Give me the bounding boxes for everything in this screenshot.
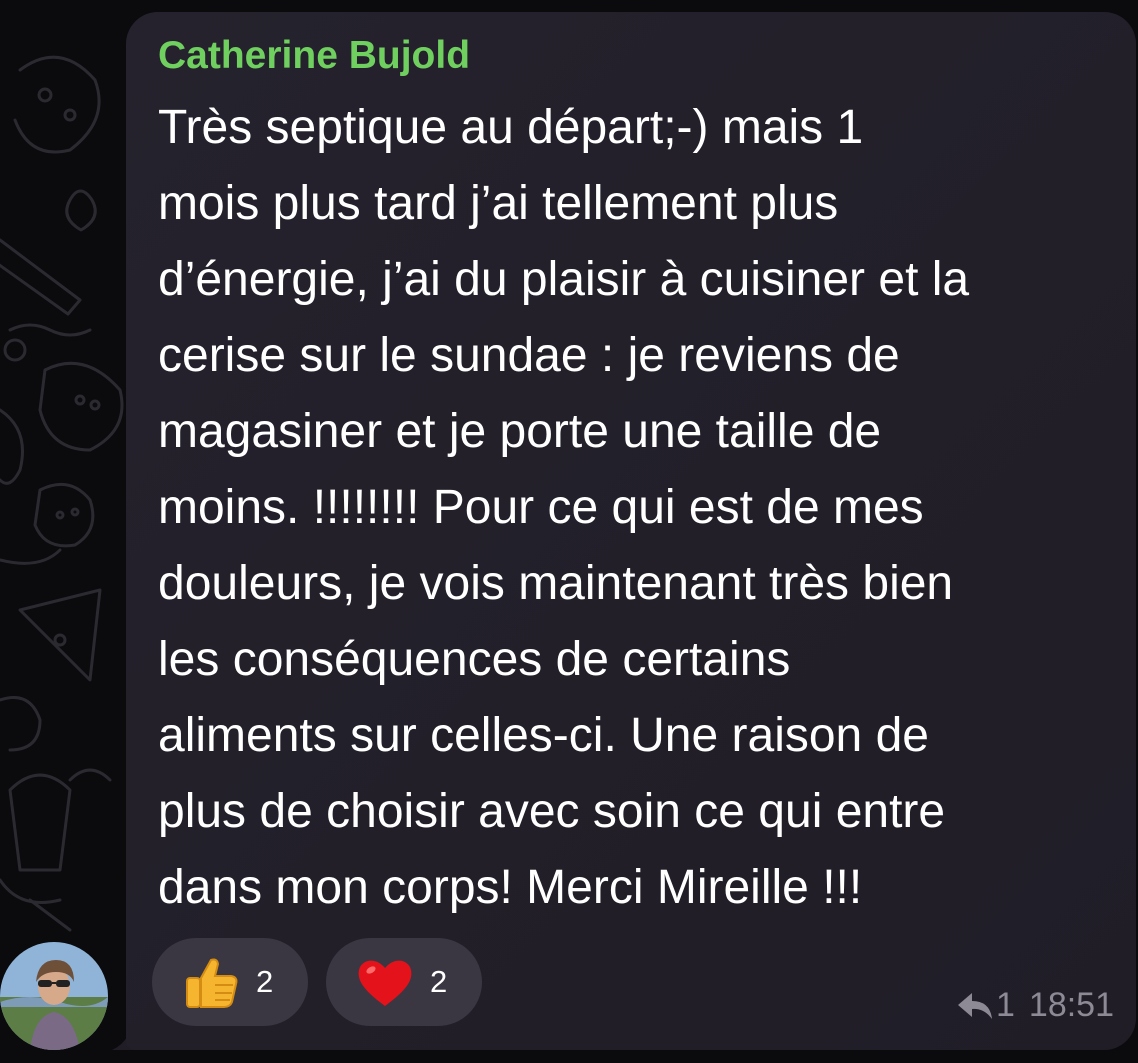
message-time: 18:51: [1028, 986, 1114, 1024]
message-bubble[interactable]: Catherine Bujold Très septique au départ…: [126, 12, 1136, 1050]
message-line: moins. !!!!!!!! Pour ce qui est de mes: [158, 481, 924, 534]
message-text: Très septique au départ;-) mais 1 mois p…: [158, 90, 1118, 926]
message-meta: 1 18:51: [957, 986, 1114, 1025]
sender-name[interactable]: Catherine Bujold: [158, 34, 470, 78]
message-line: aliments sur celles-ci. Une raison de: [158, 709, 929, 762]
avatar[interactable]: [0, 942, 108, 1050]
reply-arrow-icon[interactable]: [957, 991, 992, 1021]
thumbs-up-icon: [180, 951, 242, 1013]
reaction-heart[interactable]: 2: [326, 938, 482, 1026]
red-heart-icon: [354, 951, 416, 1013]
message-line: les conséquences de certains: [158, 633, 791, 686]
reply-count[interactable]: 1: [996, 986, 1015, 1025]
message-line: magasiner et je porte une taille de: [158, 405, 882, 458]
avatar-photo: [0, 942, 108, 1050]
reaction-count: 2: [430, 964, 448, 999]
reaction-count: 2: [256, 964, 274, 999]
message-line: mois plus tard j’ai tellement plus: [158, 177, 839, 230]
message-line: d’énergie, j’ai du plaisir à cuisiner et…: [158, 253, 970, 306]
message-line: plus de choisir avec soin ce qui entre: [158, 785, 946, 838]
message-line: douleurs, je vois maintenant très bien: [158, 557, 954, 610]
reaction-thumbs-up[interactable]: 2: [152, 938, 308, 1026]
message-line: dans mon corps! Merci Mireille !!!: [158, 861, 863, 914]
message-line: Très septique au départ;-) mais 1: [158, 101, 864, 154]
message-line: cerise sur le sundae : je reviens de: [158, 329, 900, 382]
